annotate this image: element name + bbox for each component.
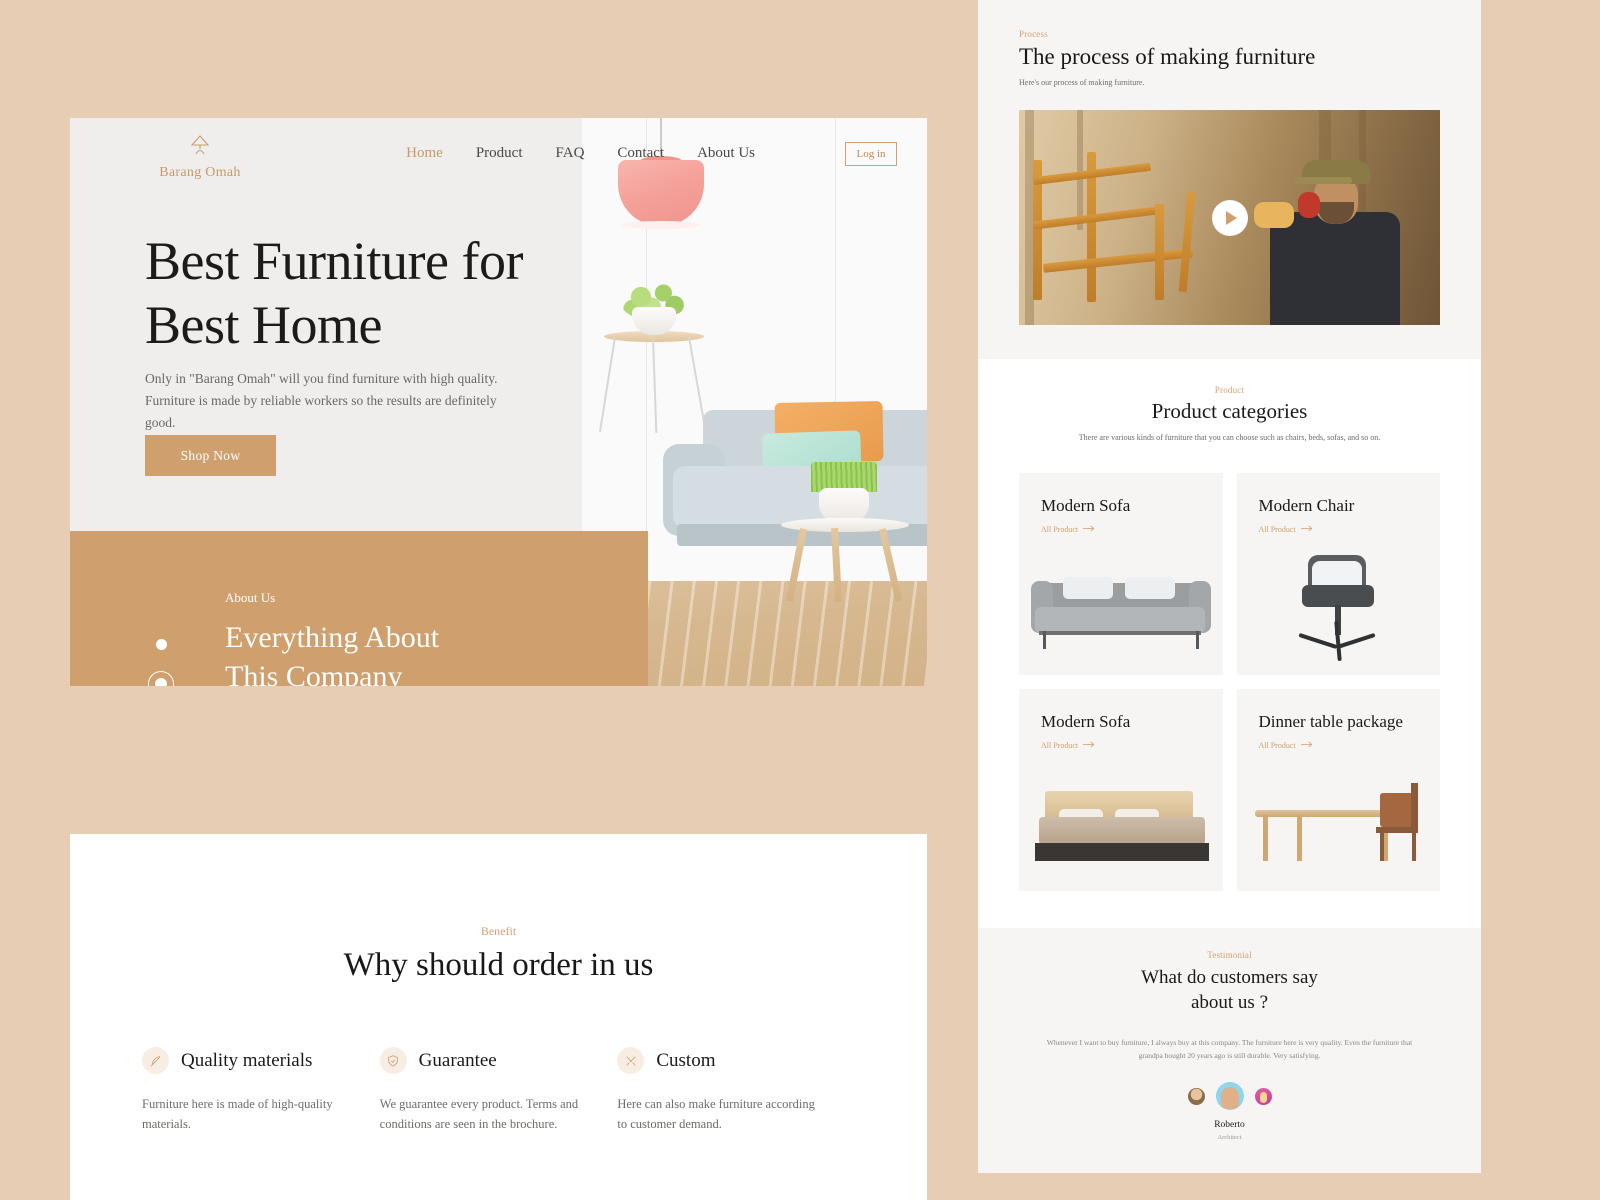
dinner-table-illustration	[1237, 767, 1441, 877]
benefit-eyebrow: Benefit	[480, 924, 517, 938]
chair-frame	[1032, 152, 1221, 302]
all-product-label: All Product	[1041, 741, 1079, 750]
left-column: Barang Omah Home Product FAQ Contact Abo…	[70, 118, 927, 1200]
product-grid: Modern Sofa All Product Modern Chair All…	[1019, 473, 1440, 891]
process-section: Process The process of making furniture …	[978, 0, 1481, 359]
testimonial-title-line2: about us ?	[1190, 992, 1269, 1014]
product-header: Product Product categories There are var…	[1019, 385, 1440, 444]
product-card-modern-chair[interactable]: Modern Chair All Product	[1236, 473, 1441, 675]
landing-page-mockup: Barang Omah Home Product FAQ Contact Abo…	[0, 0, 1600, 1200]
testimonial-author-name: Roberto	[1214, 1120, 1245, 1131]
nav-link-product[interactable]: Product	[476, 145, 523, 162]
all-product-label: All Product	[1258, 741, 1296, 750]
product-subtitle: There are various kinds of furniture tha…	[1078, 433, 1381, 442]
bed-illustration	[1019, 767, 1223, 877]
arrow-right-icon	[1300, 525, 1313, 534]
worker	[1254, 140, 1412, 325]
shield-check-icon	[379, 1047, 407, 1074]
testimonial-avatars	[1019, 1082, 1440, 1111]
testimonial-title-line1: What do customers say	[1141, 967, 1318, 988]
feather-icon	[142, 1047, 169, 1074]
testimonial-author-role: Architect	[1217, 1134, 1242, 1142]
brand-logo[interactable]: Barang Omah	[145, 134, 255, 181]
nav-links: Home Product FAQ Contact About Us	[406, 145, 755, 162]
process-title: The process of making furniture	[1019, 44, 1316, 69]
lamp-icon	[145, 134, 255, 161]
product-card-modern-sofa-2[interactable]: Modern Sofa All Product	[1019, 689, 1223, 891]
sofa-illustration	[1019, 551, 1223, 661]
tools-icon	[617, 1047, 645, 1074]
hero-section: Barang Omah Home Product FAQ Contact Abo…	[70, 118, 927, 686]
process-subtitle: Here's our process of making furniture.	[1019, 78, 1145, 87]
avatar-1[interactable]	[1187, 1087, 1205, 1105]
product-name: Modern Sofa	[1041, 712, 1131, 731]
about-title: Everything About This Company	[225, 618, 525, 686]
product-name: Modern Sofa	[1041, 496, 1131, 515]
carousel-dot-2-active[interactable]	[148, 671, 174, 686]
process-video-thumbnail[interactable]	[1019, 110, 1440, 325]
about-eyebrow: About Us	[225, 590, 276, 605]
all-product-link[interactable]: All Product	[1259, 741, 1419, 750]
avatar-2-active[interactable]	[1215, 1082, 1244, 1111]
testimonial-section: Testimonial What do customers say about …	[978, 928, 1481, 1173]
process-eyebrow: Process	[1019, 29, 1048, 39]
brand-name: Barang Omah	[159, 165, 241, 180]
all-product-link[interactable]: All Product	[1041, 741, 1201, 750]
hero-title-line2: Best Home	[145, 294, 382, 355]
hero-title-line1: Best Furniture for	[145, 231, 523, 291]
all-product-link[interactable]: All Product	[1259, 525, 1419, 534]
arrow-right-icon	[1083, 741, 1095, 750]
benefit-desc: We guarantee every product. Terms and co…	[379, 1097, 579, 1131]
testimonial-eyebrow: Testimonial	[1207, 950, 1252, 960]
about-title-line2: This Company	[225, 660, 403, 686]
arrow-right-icon	[1083, 525, 1095, 534]
carousel-dot-1[interactable]	[155, 639, 167, 650]
all-product-label: All Product	[1041, 525, 1079, 534]
benefit-desc: Here can also make furniture according t…	[617, 1097, 815, 1131]
benefit-name: Guarantee	[418, 1049, 497, 1071]
all-product-label: All Product	[1258, 525, 1296, 534]
product-title: Product categories	[1151, 399, 1308, 423]
benefit-title: Why should order in us	[343, 947, 654, 983]
testimonial-quote: Whenever I want to buy furniture, I alwa…	[1046, 1038, 1413, 1061]
benefit-item-quality-materials: Quality materials Furniture here is made…	[142, 1047, 380, 1134]
about-carousel-dots	[148, 639, 174, 686]
product-categories-section: Product Product categories There are var…	[978, 359, 1481, 928]
shop-now-button[interactable]: Shop Now	[145, 435, 276, 476]
avatar-3[interactable]	[1254, 1087, 1272, 1105]
hero-subtitle: Only in "Barang Omah" will you find furn…	[145, 371, 498, 430]
nav-link-faq[interactable]: FAQ	[556, 145, 585, 162]
benefit-section: Benefit Why should order in us Quality m…	[70, 834, 927, 1200]
product-card-dinner-table-package[interactable]: Dinner table package All Product	[1236, 689, 1441, 891]
main-navigation: Barang Omah Home Product FAQ Contact Abo…	[70, 118, 927, 198]
about-us-panel: About Us Everything About This Company B…	[70, 531, 648, 686]
nav-link-home[interactable]: Home	[406, 145, 443, 162]
product-name: Dinner table package	[1258, 712, 1403, 731]
product-name: Modern Chair	[1258, 496, 1355, 515]
arrow-right-icon	[1300, 741, 1313, 750]
right-column: Process The process of making furniture …	[978, 0, 1481, 1173]
all-product-link[interactable]: All Product	[1041, 525, 1201, 534]
hero-title: Best Furniture for Best Home	[145, 230, 615, 357]
benefit-item-guarantee: Guarantee We guarantee every product. Te…	[379, 1047, 618, 1134]
benefit-item-custom: Custom Here can also make furniture acco…	[617, 1047, 855, 1134]
testimonial-header: Testimonial What do customers say about …	[1019, 950, 1440, 1015]
benefit-name: Quality materials	[181, 1049, 313, 1071]
about-title-line1: Everything About	[225, 621, 440, 654]
product-eyebrow: Product	[1214, 385, 1245, 395]
benefit-desc: Furniture here is made of high-quality m…	[142, 1097, 333, 1131]
nav-link-contact[interactable]: Contact	[617, 145, 664, 162]
benefit-grid: Quality materials Furniture here is made…	[70, 1047, 927, 1134]
coffee-table	[781, 462, 909, 606]
nav-link-about-us[interactable]: About Us	[697, 145, 755, 162]
play-icon[interactable]	[1211, 199, 1248, 236]
product-card-modern-sofa-1[interactable]: Modern Sofa All Product	[1019, 473, 1223, 675]
login-button[interactable]: Log in	[845, 142, 897, 166]
testimonial-title: What do customers say about us ?	[1019, 965, 1440, 1015]
chair-illustration	[1237, 551, 1441, 662]
benefit-name: Custom	[656, 1049, 716, 1071]
about-content: About Us Everything About This Company B…	[225, 590, 525, 686]
